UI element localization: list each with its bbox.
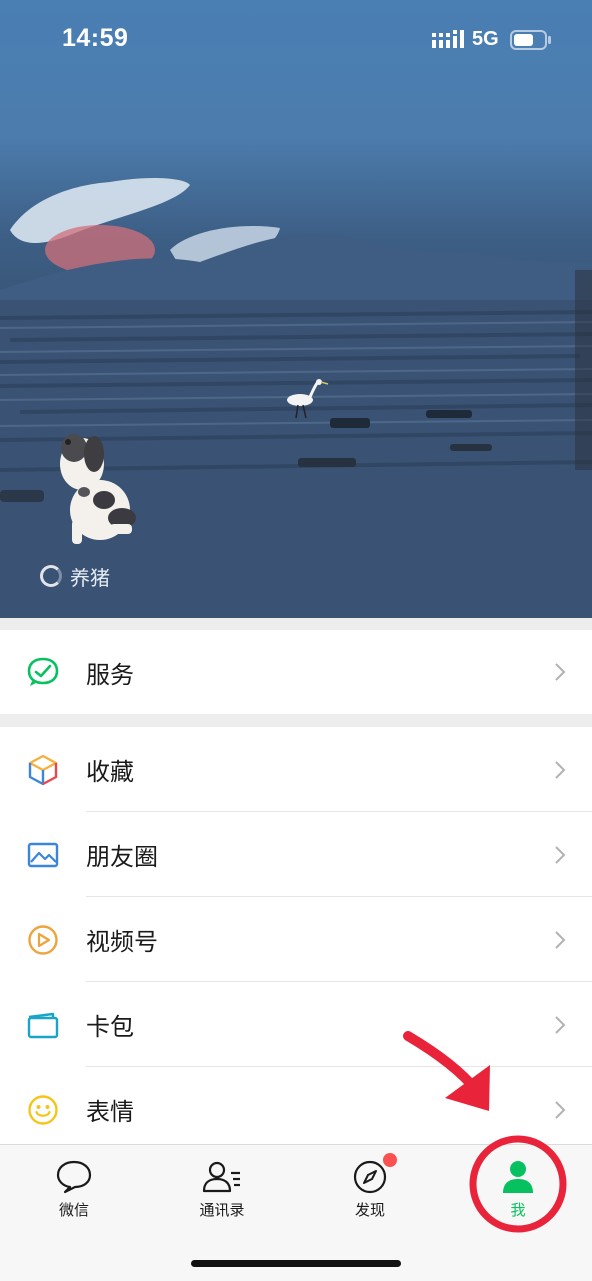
contacts-icon	[202, 1161, 240, 1193]
battery-icon	[510, 30, 551, 50]
menu-item-label: 服务	[86, 660, 134, 689]
card-wallet-icon	[27, 1012, 59, 1038]
dog-sticker-image	[60, 434, 136, 544]
status-time: 14:59	[62, 24, 129, 52]
menu-item-channels[interactable]: 视频号	[0, 897, 592, 982]
chevron-right-icon	[555, 1100, 566, 1119]
notification-dot	[383, 1153, 397, 1167]
menu-item-label: 收藏	[86, 758, 134, 786]
chevron-right-icon	[555, 760, 566, 779]
services-group: 服务	[0, 630, 592, 714]
menu-group: 收藏 朋友圈 视频号 卡包 表情	[0, 727, 592, 1147]
person-icon	[503, 1161, 533, 1193]
menu-item-label: 卡包	[86, 1013, 134, 1041]
profile-cover[interactable]: 14:59 5G 养猪	[0, 0, 592, 618]
menu-item-stickers[interactable]: 表情	[0, 1067, 592, 1152]
menu-item-favorites[interactable]: 收藏	[0, 727, 592, 812]
menu-item-label: 表情	[86, 1098, 134, 1126]
status-bar: 14:59 5G	[0, 0, 592, 80]
menu-item-moments[interactable]: 朋友圈	[0, 812, 592, 897]
channels-play-icon	[28, 924, 58, 955]
service-icon	[27, 657, 59, 686]
signal-bars-icon	[432, 30, 464, 48]
user-status-text: 养猪	[70, 565, 110, 590]
menu-item-cards[interactable]: 卡包	[0, 982, 592, 1067]
user-status-button[interactable]: 养猪	[40, 562, 110, 590]
tab-label: 通讯录	[199, 1201, 245, 1219]
favorites-cube-icon	[28, 754, 58, 785]
tab-label: 发现	[354, 1201, 385, 1219]
chevron-right-icon	[555, 845, 566, 864]
tab-contacts[interactable]: 通讯录	[162, 1159, 282, 1229]
network-type: 5G	[472, 28, 499, 50]
bottom-tab-bar: 微信 通讯录 发现 我	[0, 1144, 592, 1281]
status-loading-ring-icon	[40, 565, 62, 587]
chat-bubble-icon	[56, 1160, 92, 1194]
tab-discover[interactable]: 发现	[310, 1153, 430, 1229]
home-indicator	[191, 1260, 401, 1267]
emoji-smile-icon	[28, 1094, 58, 1125]
menu-item-services[interactable]: 服务	[0, 630, 592, 714]
menu-item-label: 朋友圈	[86, 843, 158, 871]
chevron-right-icon	[555, 663, 566, 681]
tab-chats[interactable]: 微信	[14, 1159, 134, 1229]
moments-photo-icon	[27, 842, 59, 867]
chevron-right-icon	[555, 930, 566, 949]
tab-me[interactable]: 我	[458, 1159, 578, 1229]
tab-label: 微信	[58, 1201, 89, 1219]
compass-icon	[353, 1160, 387, 1194]
menu-item-label: 视频号	[86, 928, 158, 956]
tab-label: 我	[510, 1201, 526, 1219]
chevron-right-icon	[555, 1015, 566, 1034]
